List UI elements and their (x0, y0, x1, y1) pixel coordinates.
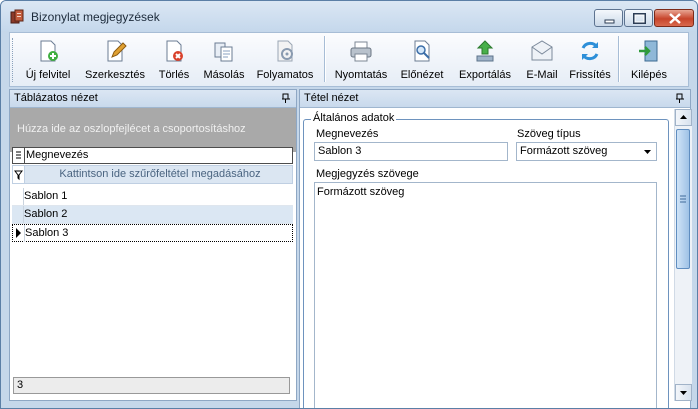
new-button[interactable]: Új felvitel (18, 33, 78, 86)
preview-icon (414, 40, 430, 62)
window-title: Bizonylat megjegyzések (31, 10, 160, 24)
continuous-button[interactable]: Folyamatos (252, 33, 318, 86)
note-text-label: Megjegyzés szövege (316, 168, 419, 180)
export-button[interactable]: Exportálás (452, 33, 518, 86)
note-text-area[interactable]: Formázott szöveg (314, 182, 657, 408)
close-button[interactable] (654, 9, 694, 27)
exit-button[interactable]: Kilépés (624, 33, 674, 86)
toolbar-separator (618, 36, 620, 82)
email-icon (531, 40, 553, 61)
table-row-selected[interactable]: Sablon 3 (12, 224, 293, 242)
close-icon (669, 13, 681, 24)
chevron-down-icon[interactable] (640, 144, 655, 159)
delete-document-icon (166, 40, 183, 62)
group-by-hint: Húzza ide az oszlopfejlécet a csoportosí… (17, 123, 246, 135)
filter-icon (13, 166, 25, 183)
edit-pencil-icon (107, 40, 127, 62)
scroll-down-button[interactable] (675, 384, 692, 401)
app-icon (10, 9, 24, 24)
text-type-label: Szöveg típus (517, 128, 581, 140)
app-window: Bizonylat megjegyzések Új felvitel Szerk… (0, 0, 698, 409)
column-header-name[interactable]: Megnevezés (12, 147, 293, 164)
refresh-icon (581, 41, 599, 61)
toolbar-grip[interactable] (12, 38, 16, 82)
refresh-button[interactable]: Frissítés (566, 33, 614, 86)
pin-icon[interactable] (675, 93, 685, 103)
record-count-field[interactable]: 3 (13, 377, 290, 394)
pin-icon[interactable] (281, 93, 291, 103)
print-button[interactable]: Nyomtatás (330, 33, 392, 86)
maximize-button[interactable] (624, 9, 653, 27)
detail-panel-header: Tétel nézet (300, 90, 690, 108)
text-type-select[interactable]: Formázott szöveg (516, 142, 657, 161)
name-label: Megnevezés (316, 128, 379, 140)
general-data-title: Általános adatok (311, 112, 397, 124)
email-button[interactable]: E-Mail (520, 33, 564, 86)
exit-icon (639, 40, 658, 62)
continuous-icon (277, 40, 293, 62)
minimize-button[interactable] (594, 9, 623, 27)
grid-panel-header: Táblázatos nézet (10, 90, 296, 108)
new-document-icon (40, 40, 58, 62)
minimize-icon (604, 19, 615, 24)
scroll-thumb[interactable] (676, 129, 690, 269)
record-navigator: 3 (11, 375, 293, 397)
copy-icon (214, 42, 233, 62)
detail-panel-title: Tétel nézet (304, 92, 359, 104)
table-row[interactable]: Sablon 1 (12, 188, 293, 206)
toolbar: Új felvitel Szerkesztés Törlés Másolás F… (9, 32, 689, 87)
export-icon (476, 40, 494, 62)
table-row[interactable]: Sablon 2 (12, 206, 293, 224)
title-bar[interactable]: Bizonylat megjegyzések (1, 1, 697, 31)
chevron-up-icon (680, 115, 687, 119)
toolbar-separator (324, 36, 326, 82)
detail-scrollbar[interactable] (674, 109, 692, 401)
group-by-area[interactable]: Húzza ide az oszlopfejlécet a csoportosí… (10, 108, 296, 152)
preview-button[interactable]: Előnézet (396, 33, 448, 86)
chevron-down-icon (680, 391, 687, 395)
grid-panel: Táblázatos nézet Húzza ide az oszlopfejl… (9, 89, 297, 401)
name-input[interactable]: Sablon 3 (314, 142, 508, 161)
filter-row[interactable]: Kattintson ide szűrőfeltétel megadásához (12, 165, 293, 184)
printer-icon (350, 41, 372, 62)
row-indicator-icon (13, 225, 25, 242)
edit-button[interactable]: Szerkesztés (82, 33, 148, 86)
copy-button[interactable]: Másolás (200, 33, 248, 86)
grid-panel-title: Táblázatos nézet (14, 92, 98, 104)
maximize-icon (633, 13, 646, 24)
column-chooser-icon[interactable] (13, 148, 25, 163)
scroll-up-button[interactable] (675, 109, 692, 126)
delete-button[interactable]: Törlés (152, 33, 196, 86)
